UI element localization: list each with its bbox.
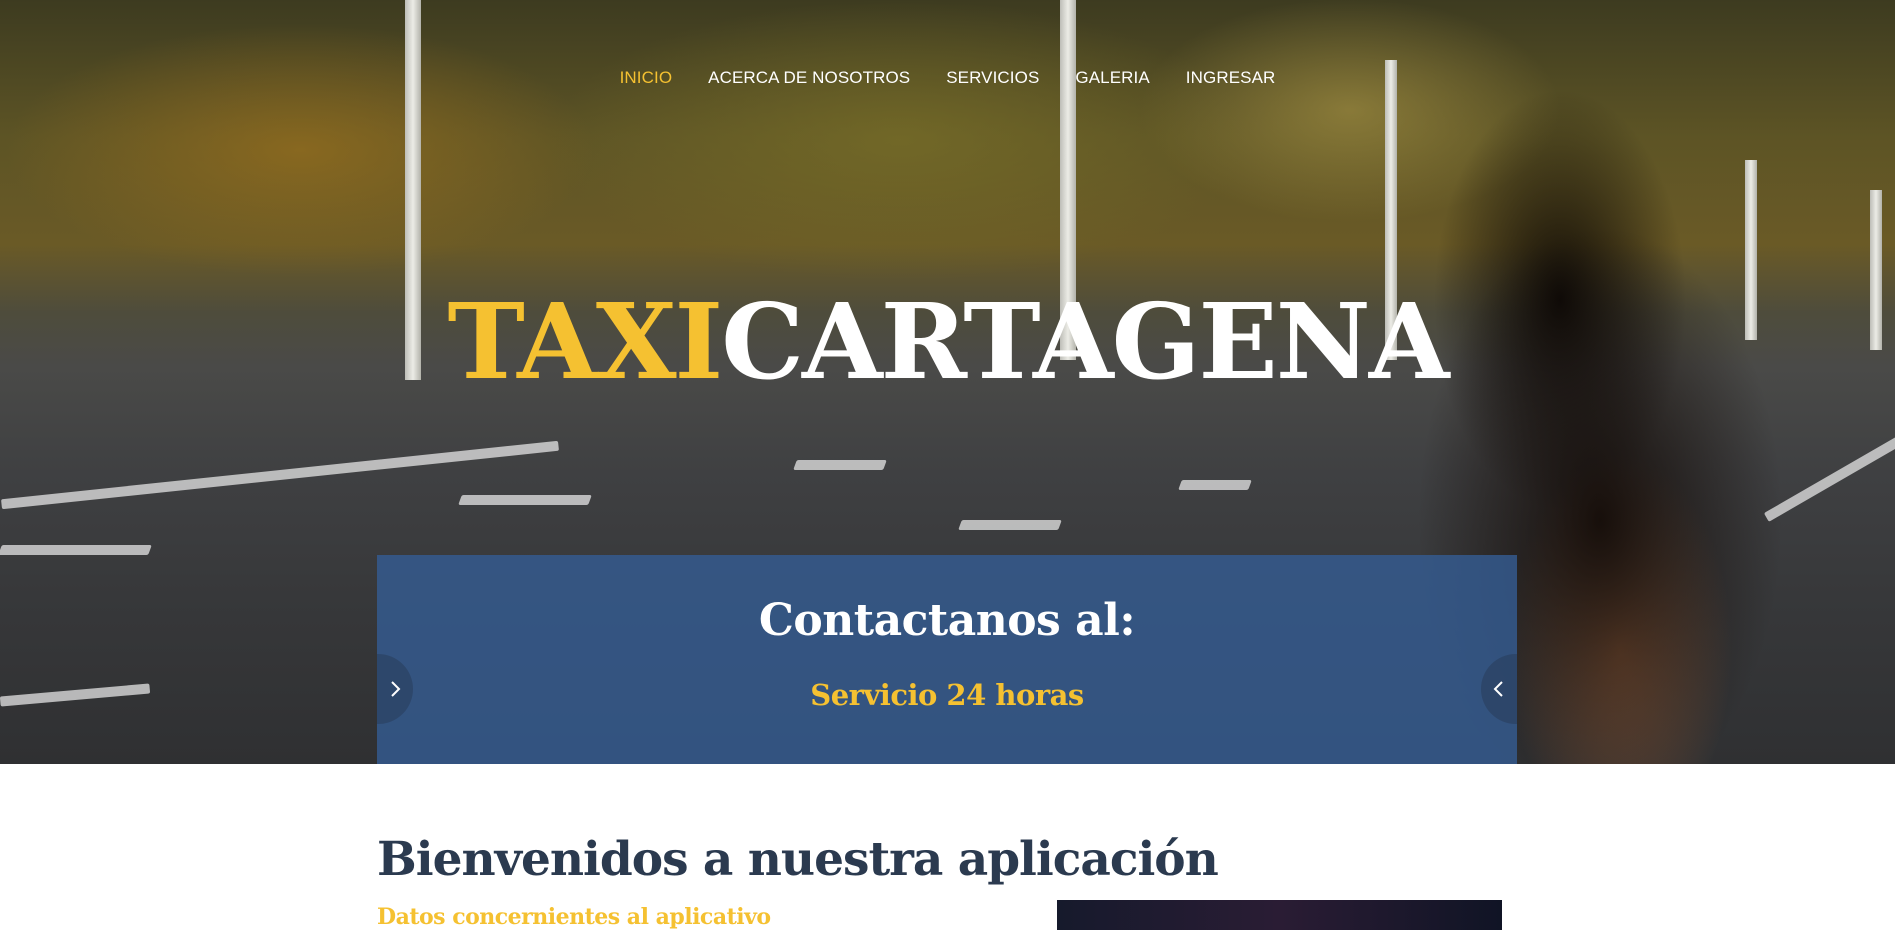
nav-item-acerca-de-nosotros[interactable]: ACERCA DE NOSOTROS	[708, 68, 910, 88]
main-navigation: INICIO ACERCA DE NOSOTROS SERVICIOS GALE…	[0, 68, 1895, 88]
app-preview-image	[1057, 900, 1502, 930]
brand-title-cartagena: CARTAGENA	[721, 280, 1449, 403]
brand-title: TAXICARTAGENA	[0, 290, 1895, 394]
contact-title: Contactanos al:	[758, 595, 1136, 646]
nav-item-servicios[interactable]: SERVICIOS	[946, 68, 1039, 88]
road-line	[793, 460, 887, 470]
brand-title-taxi: TAXI	[447, 280, 723, 403]
welcome-subheading: Datos concernientes al aplicativo	[377, 904, 771, 930]
road-line	[0, 683, 151, 707]
nav-item-inicio[interactable]: INICIO	[620, 68, 673, 88]
welcome-heading: Bienvenidos a nuestra aplicación	[377, 832, 1219, 887]
chevron-right-icon	[391, 681, 401, 697]
contact-panel: Contactanos al: Servicio 24 horas	[377, 555, 1517, 764]
road-line	[1178, 480, 1252, 490]
chevron-left-icon	[1493, 681, 1503, 697]
road-line	[1763, 428, 1895, 522]
contact-subtitle: Servicio 24 horas	[810, 678, 1084, 712]
road-line	[458, 495, 592, 505]
road-line	[0, 545, 152, 555]
nav-item-ingresar[interactable]: INGRESAR	[1186, 68, 1276, 88]
road-line	[958, 520, 1062, 530]
nav-item-galeria[interactable]: GALERIA	[1075, 68, 1149, 88]
